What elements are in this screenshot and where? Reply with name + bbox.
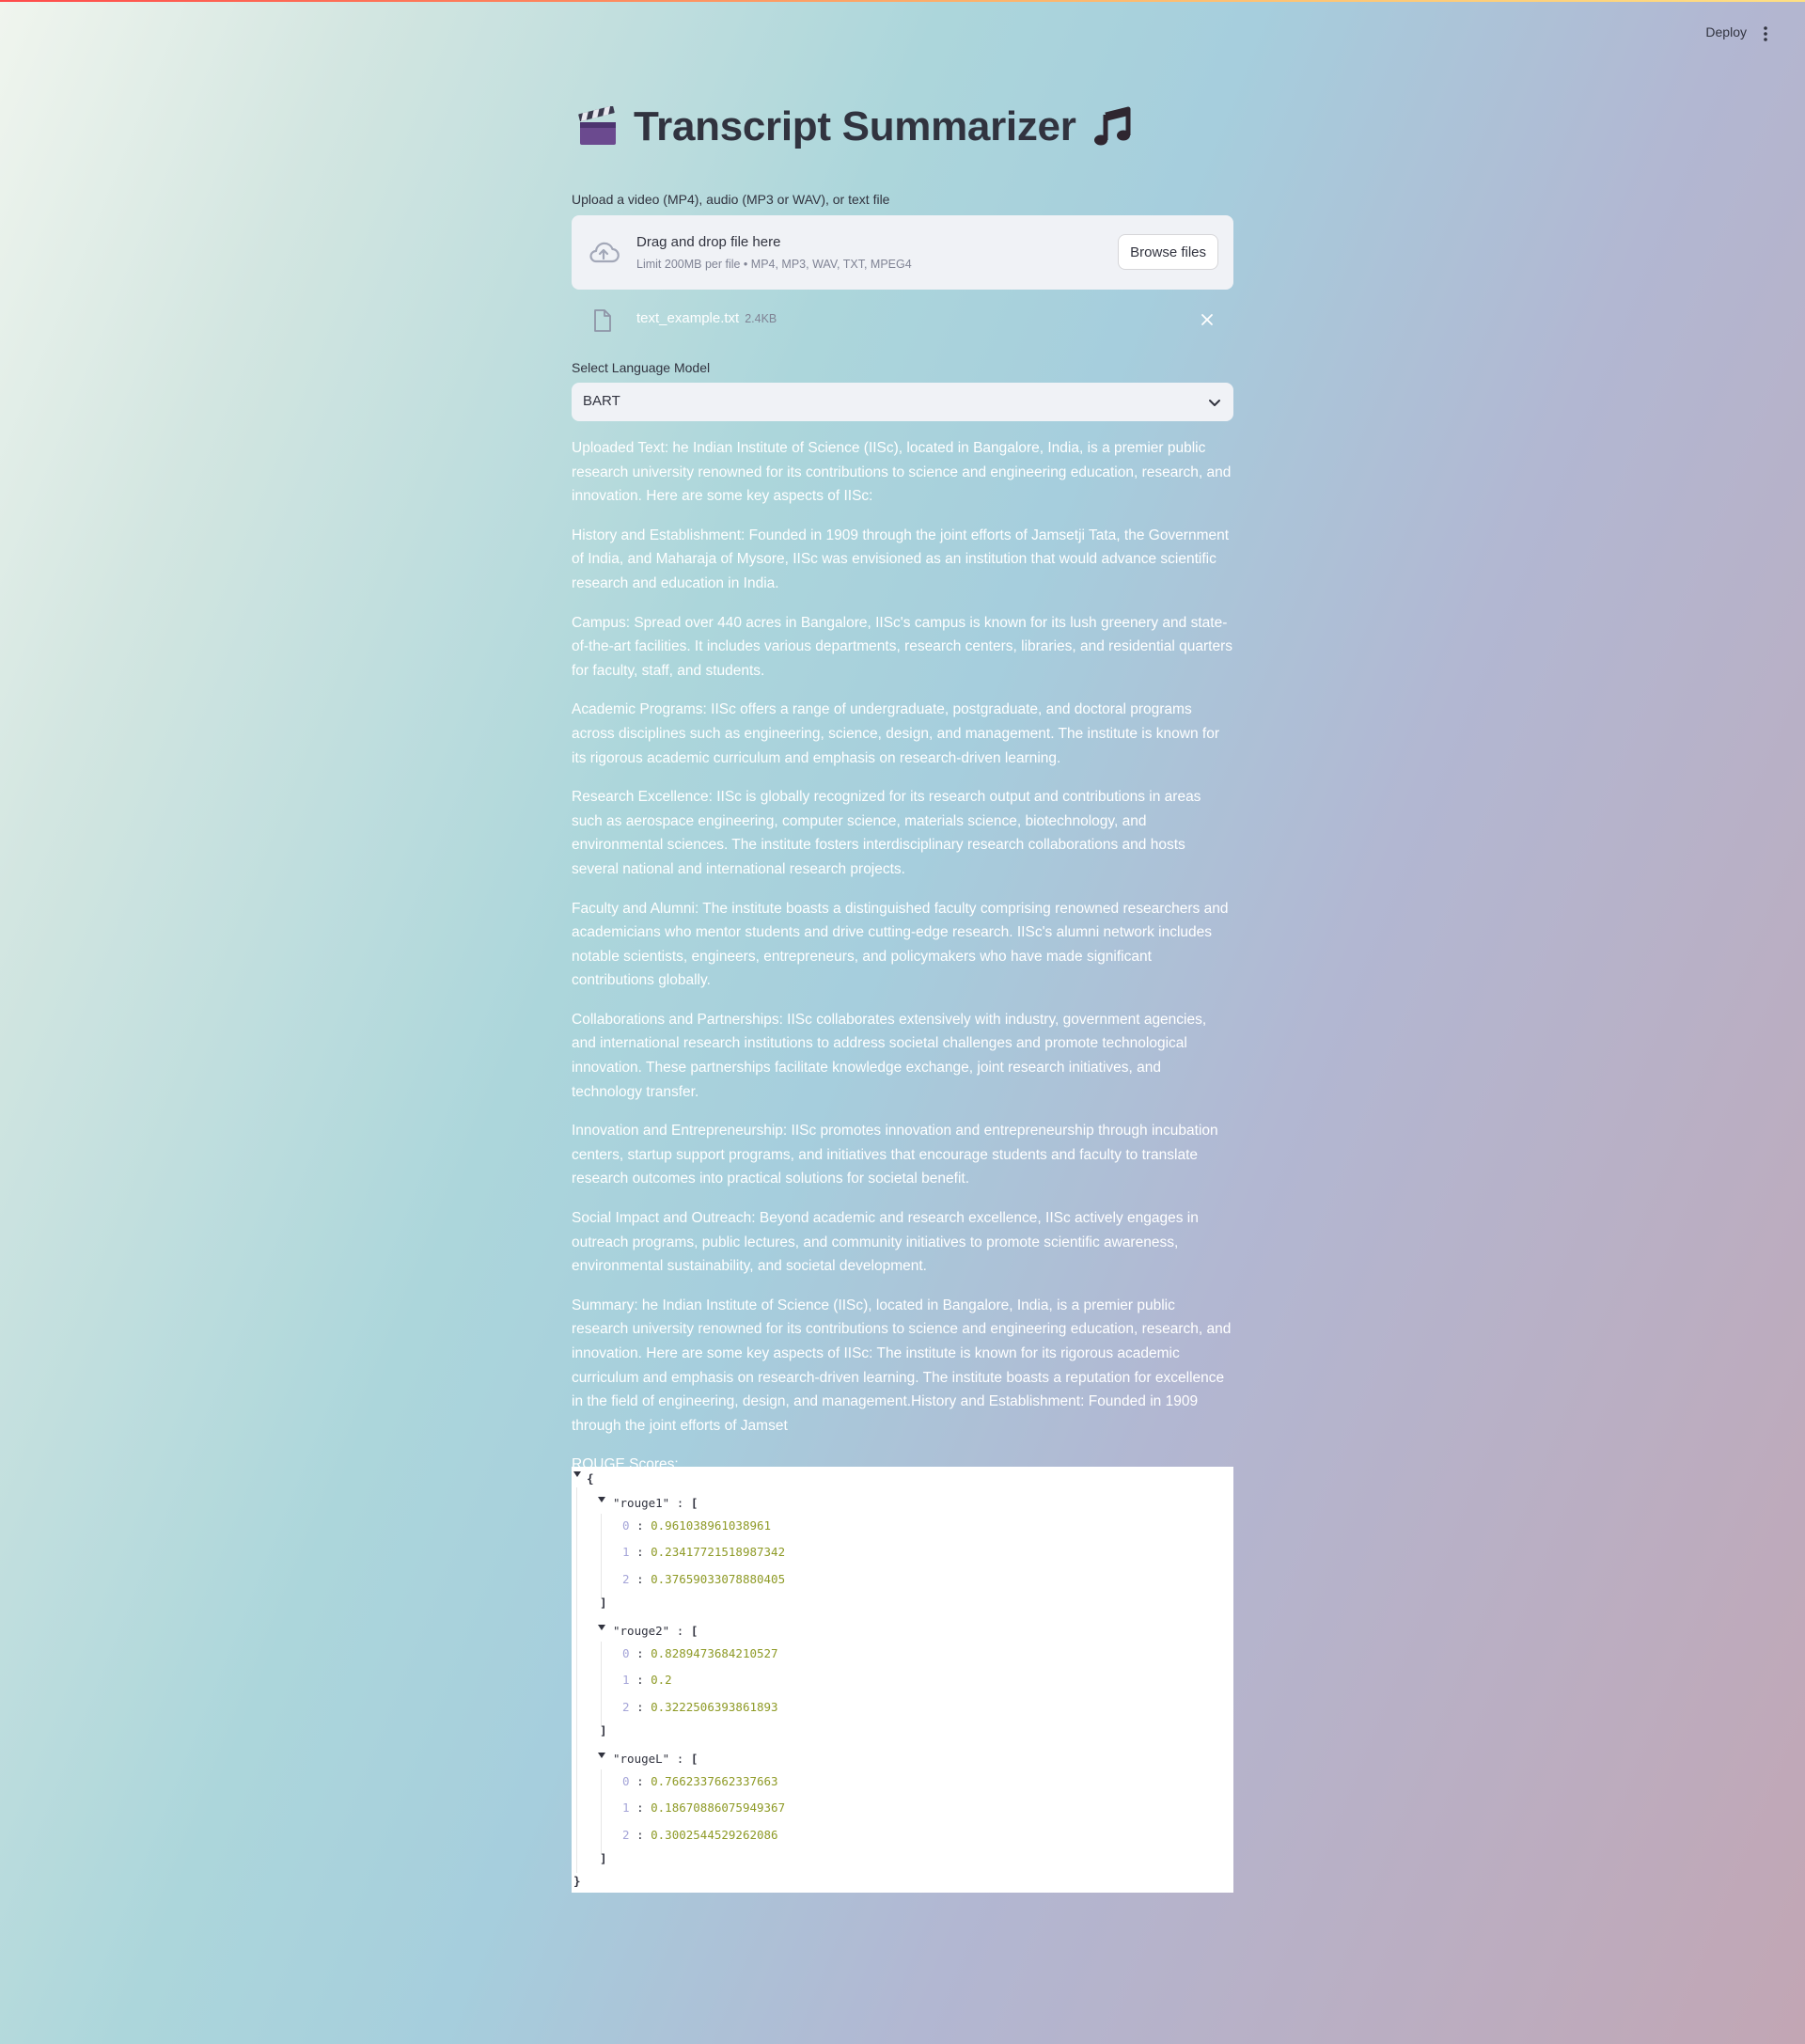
indent-guide bbox=[601, 1769, 602, 1854]
file-uploader-label: Upload a video (MP4), audio (MP3 or WAV)… bbox=[572, 192, 890, 207]
rouge-json-viewer: { "rouge1" : [ 0 : 0.961038961038961 1 :… bbox=[572, 1467, 1233, 1893]
json-number: 0.18670886075949367 bbox=[651, 1800, 786, 1815]
indent-guide bbox=[601, 1642, 602, 1726]
json-array-item: 0 : 0.961038961038961 bbox=[622, 1517, 771, 1534]
json-open-bracket: [ bbox=[690, 1624, 698, 1638]
collapse-toggle-rouge1[interactable] bbox=[598, 1497, 605, 1502]
json-number: 0.8289473684210527 bbox=[651, 1646, 778, 1660]
json-array-item: 0 : 0.8289473684210527 bbox=[622, 1645, 778, 1662]
remove-file-button[interactable] bbox=[1198, 310, 1216, 329]
page-title-row: Transcript Summarizer bbox=[577, 103, 1133, 150]
json-number: 0.23417721518987342 bbox=[651, 1545, 786, 1559]
output-paragraph: Collaborations and Partnerships: IISc co… bbox=[572, 1011, 1207, 1100]
output-paragraph: Academic Programs: IISc offers a range o… bbox=[572, 701, 1219, 766]
output-paragraph: Faculty and Alumni: The institute boasts… bbox=[572, 900, 1229, 989]
json-colon: : bbox=[636, 1673, 644, 1687]
json-number: 0.3222506393861893 bbox=[651, 1700, 778, 1714]
select-value: BART bbox=[583, 393, 620, 409]
collapse-toggle-rougeL[interactable] bbox=[598, 1753, 605, 1758]
top-decoration-bar bbox=[0, 0, 1805, 2]
summary-paragraph: Summary: he Indian Institute of Science … bbox=[572, 1297, 1232, 1434]
indent-guide bbox=[601, 1514, 602, 1598]
collapse-toggle-rouge2[interactable] bbox=[598, 1625, 605, 1630]
json-array-item: 1 : 0.23417721518987342 bbox=[622, 1544, 785, 1561]
json-key: "rougeL" bbox=[613, 1752, 670, 1766]
uploaded-file-name-text: text_example.txt bbox=[636, 310, 740, 326]
json-array-item: 1 : 0.18670886075949367 bbox=[622, 1800, 785, 1816]
json-open-brace: { bbox=[587, 1471, 594, 1486]
chevron-down-icon bbox=[1209, 400, 1220, 406]
json-colon: : bbox=[676, 1496, 684, 1510]
output-paragraph: Research Excellence: IISc is globally re… bbox=[572, 789, 1201, 877]
json-number: 0.3002544529262086 bbox=[651, 1828, 778, 1842]
json-colon: : bbox=[636, 1572, 644, 1586]
browse-files-button[interactable]: Browse files bbox=[1118, 234, 1218, 270]
json-close-bracket: ] bbox=[600, 1723, 607, 1737]
file-icon bbox=[594, 309, 611, 332]
page-title: Transcript Summarizer bbox=[634, 103, 1076, 149]
clapper-board-icon bbox=[578, 106, 616, 145]
json-close-bracket: ] bbox=[600, 1851, 607, 1865]
json-index: 2 bbox=[622, 1700, 630, 1714]
json-array-item: 1 : 0.2 bbox=[622, 1672, 672, 1689]
json-array-item: 2 : 0.37659033078880405 bbox=[622, 1571, 785, 1588]
json-index: 0 bbox=[622, 1518, 630, 1533]
json-array-item: 2 : 0.3222506393861893 bbox=[622, 1699, 778, 1716]
json-index: 0 bbox=[622, 1646, 630, 1660]
json-array-item: 2 : 0.3002544529262086 bbox=[622, 1827, 778, 1844]
json-key: "rouge1" bbox=[613, 1496, 670, 1510]
close-icon bbox=[1201, 314, 1213, 325]
json-close-bracket: ] bbox=[600, 1596, 607, 1610]
dropzone-limit-text: Limit 200MB per file • MP4, MP3, WAV, TX… bbox=[636, 258, 912, 271]
output-paragraph: History and Establishment: Founded in 19… bbox=[572, 527, 1230, 591]
deploy-button[interactable]: Deploy bbox=[1705, 24, 1747, 39]
vertical-ellipsis-icon bbox=[1764, 26, 1767, 41]
output-paragraph: Uploaded Text: he Indian Institute of Sc… bbox=[572, 440, 1232, 505]
json-index: 2 bbox=[622, 1572, 630, 1586]
dropzone-title: Drag and drop file here bbox=[636, 234, 781, 250]
collapse-toggle-root[interactable] bbox=[573, 1471, 581, 1477]
json-number: 0.961038961038961 bbox=[651, 1518, 772, 1533]
output-paragraph: Campus: Spread over 440 acres in Bangalo… bbox=[572, 614, 1232, 679]
json-colon: : bbox=[636, 1545, 644, 1559]
json-colon: : bbox=[636, 1700, 644, 1714]
music-note-icon bbox=[1093, 106, 1131, 146]
json-index: 1 bbox=[622, 1673, 630, 1687]
main-menu-button[interactable] bbox=[1756, 23, 1775, 45]
json-group-header: "rouge2" : [ bbox=[613, 1623, 698, 1640]
json-index: 2 bbox=[622, 1828, 630, 1842]
json-key: "rouge2" bbox=[613, 1624, 670, 1638]
json-index: 1 bbox=[622, 1800, 630, 1815]
output-paragraph: Social Impact and Outreach: Beyond acade… bbox=[572, 1210, 1199, 1275]
json-index: 1 bbox=[622, 1545, 630, 1559]
output-paragraph: Innovation and Entrepreneurship: IISc pr… bbox=[572, 1123, 1218, 1187]
file-dropzone[interactable]: Drag and drop file here Limit 200MB per … bbox=[572, 215, 1233, 290]
json-colon: : bbox=[636, 1646, 644, 1660]
json-number: 0.2 bbox=[651, 1673, 672, 1687]
language-model-select[interactable]: BART bbox=[572, 383, 1233, 421]
json-open-bracket: [ bbox=[690, 1496, 698, 1510]
json-group-header: "rouge1" : [ bbox=[613, 1495, 698, 1512]
json-colon: : bbox=[636, 1774, 644, 1788]
json-number: 0.37659033078880405 bbox=[651, 1572, 786, 1586]
uploaded-file-row: text_example.txt 2.4KB bbox=[572, 303, 1233, 337]
json-array-item: 0 : 0.7662337662337663 bbox=[622, 1773, 778, 1790]
json-colon: : bbox=[636, 1518, 644, 1533]
json-index: 0 bbox=[622, 1774, 630, 1788]
json-colon: : bbox=[676, 1624, 684, 1638]
json-colon: : bbox=[636, 1828, 644, 1842]
cloud-upload-icon bbox=[589, 242, 620, 263]
model-select-label: Select Language Model bbox=[572, 360, 711, 375]
indent-guide bbox=[576, 1487, 577, 1873]
json-colon: : bbox=[676, 1752, 684, 1766]
json-group-header: "rougeL" : [ bbox=[613, 1751, 698, 1768]
uploaded-file-name: text_example.txt 2.4KB bbox=[636, 310, 777, 326]
json-colon: : bbox=[636, 1800, 644, 1815]
json-open-bracket: [ bbox=[690, 1752, 698, 1766]
uploaded-file-size: 2.4KB bbox=[745, 312, 777, 325]
json-number: 0.7662337662337663 bbox=[651, 1774, 778, 1788]
output-text-area: Uploaded Text: he Indian Institute of Sc… bbox=[572, 436, 1233, 1492]
json-close-brace: } bbox=[573, 1874, 581, 1888]
